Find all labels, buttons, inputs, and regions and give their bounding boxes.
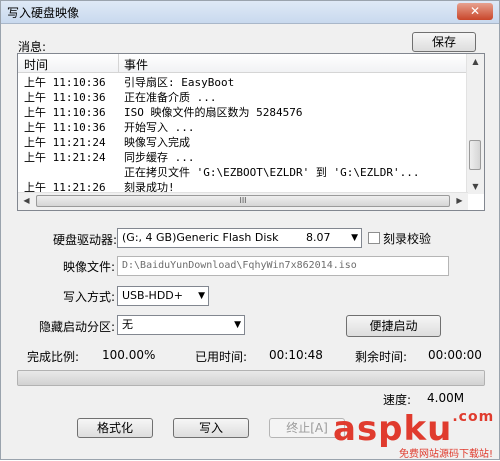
write-button[interactable]: 写入 xyxy=(173,418,249,438)
write-method-label: 写入方式: xyxy=(63,290,116,304)
log-time: 上午 11:10:36 xyxy=(24,121,106,134)
watermark-tagline: 免费网站源码下载站! xyxy=(399,449,494,460)
scroll-up-arrow-icon[interactable]: ▲ xyxy=(468,54,483,69)
drive-label: 硬盘驱动器: xyxy=(53,233,118,247)
log-event: 引导扇区: EasyBoot xyxy=(124,76,235,89)
message-log[interactable]: 时间 事件 上午 11:10:36 引导扇区: EasyBoot 上午 11:10:… xyxy=(17,53,485,211)
log-time: 上午 11:21:24 xyxy=(24,136,106,149)
window-title: 写入硬盘映像 xyxy=(7,6,80,20)
elapsed-label: 已用时间: xyxy=(195,350,248,364)
log-event: 开始写入 ... xyxy=(124,121,195,134)
scroll-left-arrow-icon[interactable]: ◀ xyxy=(19,193,34,208)
close-button[interactable]: ✕ xyxy=(457,3,493,20)
format-button[interactable]: 格式化 xyxy=(77,418,153,438)
title-bar: 写入硬盘映像 ✕ xyxy=(1,1,499,24)
log-event: 正在拷贝文件 'G:\EZBOOT\EZLDR' 到 'G:\EZLDR'... xyxy=(124,166,420,179)
chevron-down-icon: ▼ xyxy=(234,320,241,330)
write-method-value: USB-HDD+ xyxy=(122,289,183,302)
quick-boot-button[interactable]: 便捷启动 xyxy=(346,315,441,337)
elapsed-value: 00:10:48 xyxy=(269,348,323,362)
verify-label: 刻录校验 xyxy=(383,232,432,246)
drive-select[interactable]: (G:, 4 GB)Generic Flash Disk 8.07 ▼ xyxy=(117,228,362,248)
log-row[interactable]: 上午 11:10:36 正在准备介质 ... xyxy=(18,90,468,105)
progress-fill xyxy=(18,371,484,385)
vertical-scrollbar[interactable]: ▲ ▼ xyxy=(466,54,484,194)
watermark-logo: aspku.com xyxy=(333,409,495,449)
column-header-event[interactable]: 事件 xyxy=(124,56,148,73)
log-time: 上午 11:21:24 xyxy=(24,151,106,164)
site-watermark: aspku.com 免费网站源码下载站! xyxy=(331,409,500,461)
remaining-value: 00:00:00 xyxy=(428,348,482,362)
write-disk-image-window: 写入硬盘映像 ✕ 消息: 保存 时间 事件 上午 11:10:36 引导扇区: E… xyxy=(0,0,500,460)
log-time: 上午 11:10:36 xyxy=(24,106,106,119)
log-row[interactable]: 上午 11:21:24 映像写入完成 xyxy=(18,135,468,150)
log-event: 映像写入完成 xyxy=(124,136,190,149)
vertical-scroll-thumb[interactable] xyxy=(469,140,481,170)
horizontal-scroll-thumb[interactable]: III xyxy=(36,195,450,207)
log-row[interactable]: 上午 11:10:36 引导扇区: EasyBoot xyxy=(18,75,468,90)
log-time: 上午 11:10:36 xyxy=(24,76,106,89)
chevron-down-icon: ▼ xyxy=(351,233,358,243)
log-header: 时间 事件 xyxy=(18,54,468,73)
log-event: 正在准备介质 ... xyxy=(124,91,217,104)
log-rows: 上午 11:10:36 引导扇区: EasyBoot 上午 11:10:36 正在准备… xyxy=(18,75,468,195)
column-divider[interactable] xyxy=(118,54,119,72)
write-method-select[interactable]: USB-HDD+ ▼ xyxy=(117,286,209,306)
image-file-field[interactable]: D:\BaiduYunDownload\FqhyWin7x862014.iso xyxy=(117,256,449,276)
log-row[interactable]: 上午 11:10:36 开始写入 ... xyxy=(18,120,468,135)
drive-version: 8.07 xyxy=(306,231,331,244)
log-time: 上午 11:10:36 xyxy=(24,91,106,104)
percent-label: 完成比例: xyxy=(27,350,80,364)
speed-label: 速度: xyxy=(383,393,412,407)
remaining-label: 剩余时间: xyxy=(355,350,408,364)
chevron-down-icon: ▼ xyxy=(198,291,205,301)
speed-value: 4.00M xyxy=(427,391,465,405)
percent-value: 100.00% xyxy=(102,348,156,362)
progress-bar xyxy=(17,370,485,386)
log-row[interactable]: 正在拷贝文件 'G:\EZBOOT\EZLDR' 到 'G:\EZLDR'... xyxy=(18,165,468,180)
verify-checkbox[interactable] xyxy=(368,232,380,244)
log-event: ISO 映像文件的扇区数为 5284576 xyxy=(124,106,303,119)
hidden-partition-select[interactable]: 无 ▼ xyxy=(117,315,245,335)
log-row[interactable]: 上午 11:21:24 同步缓存 ... xyxy=(18,150,468,165)
image-file-label: 映像文件: xyxy=(63,260,116,274)
hidden-partition-label: 隐藏启动分区: xyxy=(39,320,116,334)
scroll-right-arrow-icon[interactable]: ▶ xyxy=(452,193,467,208)
horizontal-scrollbar[interactable]: ◀ III ▶ xyxy=(18,192,468,210)
drive-select-value: (G:, 4 GB)Generic Flash Disk xyxy=(122,231,279,244)
save-button[interactable]: 保存 xyxy=(412,32,476,52)
scroll-down-arrow-icon[interactable]: ▼ xyxy=(468,179,483,194)
hidden-partition-value: 无 xyxy=(122,318,133,331)
log-event: 同步缓存 ... xyxy=(124,151,195,164)
log-row[interactable]: 上午 11:10:36 ISO 映像文件的扇区数为 5284576 xyxy=(18,105,468,120)
column-header-time[interactable]: 时间 xyxy=(24,56,48,73)
